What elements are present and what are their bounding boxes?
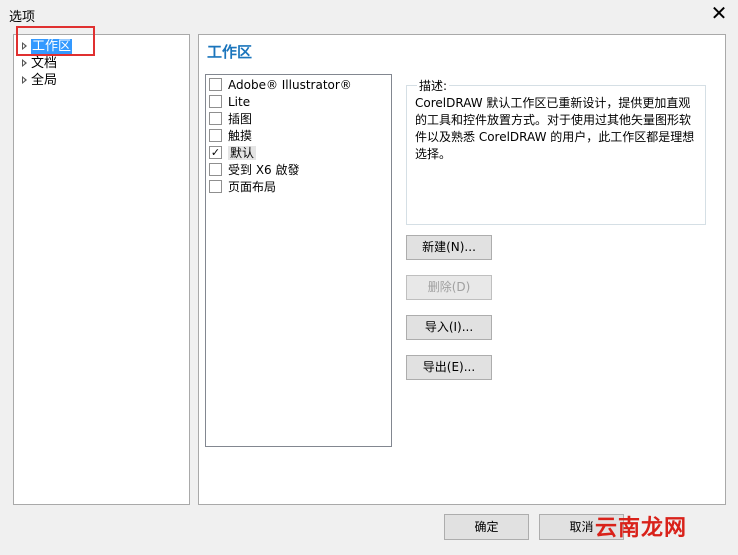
- expand-arrow-icon[interactable]: [22, 58, 27, 67]
- panel-title: 工作区: [207, 43, 253, 61]
- description-text: CorelDRAW 默认工作区已重新设计，提供更加直观的工具和控件放置方式。对于…: [415, 96, 695, 161]
- checkbox[interactable]: [209, 78, 222, 91]
- window-title: 选项: [9, 10, 36, 25]
- tree-item-global[interactable]: 全局: [22, 72, 57, 89]
- checkbox[interactable]: [209, 129, 222, 142]
- workspace-item[interactable]: 插图: [208, 111, 252, 128]
- checkbox[interactable]: [209, 180, 222, 193]
- workspace-item[interactable]: 受到 X6 啟發: [208, 162, 300, 179]
- expand-arrow-icon[interactable]: [22, 75, 27, 84]
- new-button[interactable]: 新建(N)...: [406, 235, 492, 260]
- checkbox-checked[interactable]: ✓: [209, 146, 222, 159]
- checkbox[interactable]: [209, 163, 222, 176]
- export-button[interactable]: 导出(E)...: [406, 355, 492, 380]
- tree-item-label: 文档: [31, 56, 58, 71]
- description-label: 描述:: [417, 77, 450, 94]
- delete-button[interactable]: 删除(D): [406, 275, 492, 300]
- checkbox[interactable]: [209, 112, 222, 125]
- annotation-highlight-box: [16, 26, 95, 56]
- close-icon[interactable]: ✕: [706, 1, 732, 25]
- checkbox[interactable]: [209, 95, 222, 108]
- workspace-item[interactable]: ✓ 默认: [208, 145, 257, 162]
- ok-button[interactable]: 确定: [444, 514, 529, 540]
- workspace-item[interactable]: Lite: [208, 94, 250, 111]
- description-group: CorelDRAW 默认工作区已重新设计，提供更加直观的工具和控件放置方式。对于…: [406, 85, 706, 225]
- category-tree: 工作区 文档 全局: [13, 34, 190, 505]
- tree-item-document[interactable]: 文档: [22, 55, 57, 72]
- workspace-item[interactable]: 触摸: [208, 128, 252, 145]
- workspace-panel: 工作区 Adobe® Illustrator® Lite 插图 触摸 ✓ 默认 受…: [198, 34, 726, 505]
- workspace-item[interactable]: 页面布局: [208, 179, 276, 196]
- workspace-item[interactable]: Adobe® Illustrator®: [208, 77, 352, 94]
- tree-item-label: 全局: [31, 73, 58, 88]
- watermark-logo: 云南龙网: [595, 516, 688, 541]
- title-bar: 选项 ✕: [0, 0, 738, 28]
- workspace-list: Adobe® Illustrator® Lite 插图 触摸 ✓ 默认 受到 X6…: [205, 74, 392, 447]
- import-button[interactable]: 导入(I)...: [406, 315, 492, 340]
